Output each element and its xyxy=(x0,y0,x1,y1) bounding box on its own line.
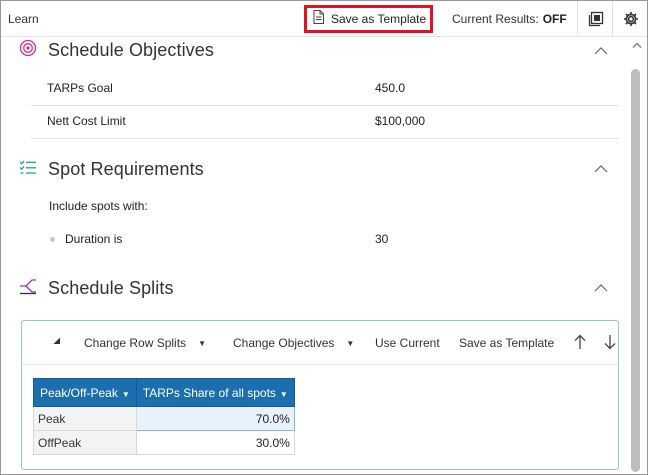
value-cell[interactable]: 30.0% xyxy=(135,430,295,455)
column-header-peak-offpeak[interactable]: Peak/Off-Peak ▼ xyxy=(33,378,137,407)
app-window: Learn Save as Template Current Results: O… xyxy=(0,0,648,475)
splits-table: Peak/Off-Peak ▼ TARPs Share of all spots ▼… xyxy=(33,378,295,455)
row-value: 30 xyxy=(375,232,389,246)
scroll-up-arrow[interactable] xyxy=(630,39,644,51)
row-value: $100,000 xyxy=(375,114,426,128)
spot-requirements-intro: Include spots with: xyxy=(49,199,148,213)
spot-requirement-row-duration: Duration is 30 xyxy=(31,221,619,257)
objective-row-nett-cost-limit: Nett Cost Limit $100,000 xyxy=(31,103,619,139)
gear-icon[interactable] xyxy=(622,10,640,28)
collapse-triangle-icon[interactable] xyxy=(53,337,61,345)
move-down-arrow-icon[interactable] xyxy=(604,334,616,350)
export-icon[interactable] xyxy=(587,10,605,28)
use-current-label: Use Current xyxy=(375,336,440,350)
table-row: OffPeak 30.0% xyxy=(33,430,295,455)
chevron-down-icon: ▼ xyxy=(198,338,206,348)
current-results-label: Current Results: xyxy=(452,12,539,26)
current-results-value: OFF xyxy=(542,12,567,26)
save-as-template-label: Save as Template xyxy=(331,12,427,26)
change-row-splits-button[interactable]: Change Row Splits ▼ xyxy=(84,336,206,350)
collapse-objectives-button[interactable] xyxy=(593,45,609,57)
current-results-toggle[interactable]: Current Results: OFF xyxy=(452,12,567,26)
header-divider xyxy=(577,1,578,37)
move-up-arrow-icon[interactable] xyxy=(574,334,586,350)
value-cell[interactable]: 70.0% xyxy=(135,406,295,431)
header-bar: Learn Save as Template Current Results: O… xyxy=(1,1,647,37)
chevron-down-icon: ▼ xyxy=(121,389,130,399)
use-current-button[interactable]: Use Current xyxy=(375,336,440,350)
row-label-cell: Peak xyxy=(33,406,137,431)
table-row: Peak 70.0% xyxy=(33,406,295,431)
collapse-schedule-splits-button[interactable] xyxy=(593,282,609,294)
chevron-down-icon: ▼ xyxy=(279,389,288,399)
row-value: 450.0 xyxy=(375,81,406,95)
change-objectives-button[interactable]: Change Objectives ▼ xyxy=(233,336,354,350)
header-divider xyxy=(612,1,613,37)
checklist-icon xyxy=(19,159,37,180)
target-icon xyxy=(19,39,37,62)
section-header-objectives[interactable]: Schedule Objectives xyxy=(19,37,214,63)
bullet-icon xyxy=(50,237,55,242)
split-icon xyxy=(19,277,37,300)
column-header-label: Peak/Off-Peak xyxy=(40,385,118,400)
section-header-schedule-splits[interactable]: Schedule Splits xyxy=(19,275,174,301)
splits-toolbar: Change Row Splits ▼ Change Objectives ▼ … xyxy=(22,321,618,365)
row-label: TARPs Goal xyxy=(47,81,113,95)
collapse-spot-requirements-button[interactable] xyxy=(593,163,609,175)
objective-row-tarps-goal: TARPs Goal 450.0 xyxy=(31,70,619,106)
row-label-cell: OffPeak xyxy=(33,430,137,455)
splits-save-as-template-label: Save as Template xyxy=(459,336,555,350)
column-header-tarps-share[interactable]: TARPs Share of all spots ▼ xyxy=(135,378,295,407)
chevron-down-icon: ▼ xyxy=(346,338,355,348)
section-title: Schedule Objectives xyxy=(48,39,214,60)
row-label: Nett Cost Limit xyxy=(47,114,126,128)
schedule-splits-panel: Change Row Splits ▼ Change Objectives ▼ … xyxy=(21,320,619,470)
change-row-splits-label: Change Row Splits xyxy=(84,336,187,350)
change-objectives-label: Change Objectives xyxy=(233,336,335,350)
section-title: Schedule Splits xyxy=(48,277,174,298)
section-title: Spot Requirements xyxy=(48,158,204,179)
column-header-label: TARPs Share of all spots xyxy=(142,385,276,400)
main-content: Schedule Objectives TARPs Goal 450.0 Net… xyxy=(1,37,627,474)
scrollbar-thumb[interactable] xyxy=(631,69,640,472)
app-title: Learn xyxy=(8,12,39,26)
row-label: Duration is xyxy=(65,232,123,246)
save-as-template-button[interactable]: Save as Template xyxy=(304,5,433,33)
section-header-spot-requirements[interactable]: Spot Requirements xyxy=(19,156,204,182)
splits-save-as-template-button[interactable]: Save as Template xyxy=(459,336,554,350)
save-template-icon xyxy=(313,9,324,29)
